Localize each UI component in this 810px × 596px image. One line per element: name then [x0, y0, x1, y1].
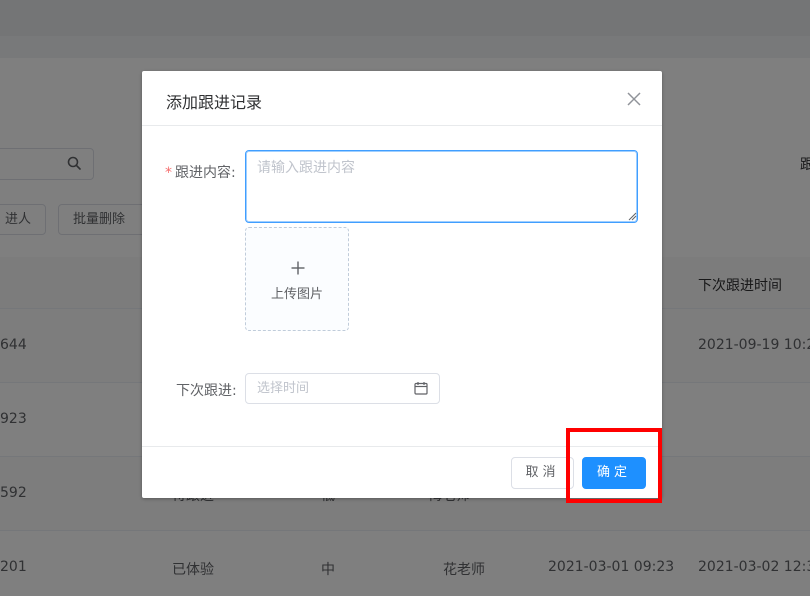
plus-icon: [291, 261, 305, 275]
add-follow-up-dialog: 添加跟进记录 *跟进内容: 上传图片 下次跟进: 取消 确定: [142, 71, 662, 498]
calendar-icon[interactable]: [414, 381, 428, 395]
next-follow-up-date-picker[interactable]: [245, 373, 440, 404]
upload-label: 上传图片: [270, 287, 323, 302]
dialog-header: 添加跟进记录: [142, 71, 662, 126]
image-upload[interactable]: 上传图片: [245, 227, 349, 331]
close-icon[interactable]: [626, 91, 642, 107]
confirm-button[interactable]: 确定: [582, 457, 646, 489]
follow-up-content-textarea[interactable]: [245, 150, 638, 223]
content-form-label: * 跟进内容:: [165, 162, 236, 182]
next-follow-up-label: 下次跟进:: [176, 383, 237, 399]
content-label: 跟进内容:: [175, 165, 236, 181]
required-mark: *: [165, 165, 172, 181]
dialog-title: 添加跟进记录: [166, 93, 263, 112]
cancel-button[interactable]: 取消: [511, 457, 574, 489]
